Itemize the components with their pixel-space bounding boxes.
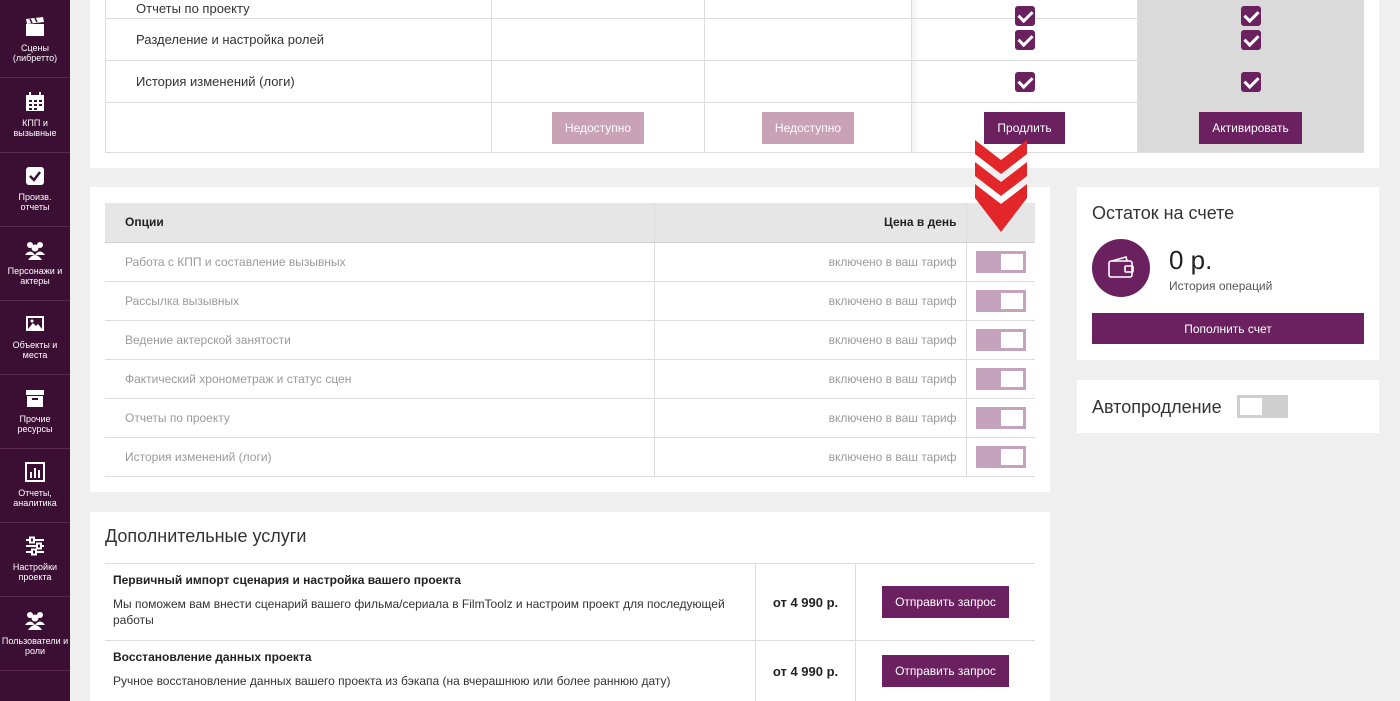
options-header: Опции Цена в день [105, 203, 1035, 243]
service-price: от 4 990 р. [756, 641, 856, 701]
chevrons-down-icon [975, 140, 1027, 232]
chart-icon [24, 461, 46, 483]
option-toggle[interactable] [975, 289, 1026, 312]
option-toggle[interactable] [975, 406, 1026, 429]
option-price: включено в ваш тариф [654, 281, 967, 321]
autorenew-toggle[interactable] [1237, 395, 1288, 418]
check-icon [1014, 6, 1035, 27]
check-icon [1014, 71, 1035, 92]
sidebar-item-resources[interactable]: Прочие ресурсы [0, 375, 70, 449]
option-name: Рассылка вызывных [105, 281, 655, 321]
options-table: Опции Цена в день Работа с КПП и составл… [105, 203, 1035, 477]
sidebar-item-settings[interactable]: Настройки проекта [0, 523, 70, 597]
feature-label: Разделение и настройка ролей [105, 18, 492, 61]
unavailable-button[interactable]: Недоступно [761, 111, 855, 144]
unavailable-button[interactable]: Недоступно [551, 111, 645, 144]
sidebar-item-objects[interactable]: Объекты и места [0, 301, 70, 375]
table-row: Отчеты по проекту включено в ваш тариф [105, 398, 1035, 438]
service-row: Первичный импорт сценария и настройка ва… [105, 563, 1035, 640]
sliders-icon [24, 535, 46, 557]
option-toggle[interactable] [975, 367, 1026, 390]
option-toggle[interactable] [975, 328, 1026, 351]
wallet-icon [1092, 239, 1150, 297]
check-icon [1240, 6, 1261, 27]
option-name: Фактический хронометраж и статус сцен [105, 359, 655, 399]
send-request-button[interactable]: Отправить запрос [882, 586, 1009, 618]
option-name: Отчеты по проекту [105, 398, 655, 438]
sidebar-item-label: Прочие ресурсы [17, 414, 53, 434]
table-row: Недоступно Недоступно Продлить Активиров… [105, 102, 1364, 153]
image-icon [24, 313, 46, 335]
service-name: Восстановление данных проекта [113, 650, 312, 664]
option-price: включено в ваш тариф [654, 359, 967, 399]
table-row: История изменений (логи) включено в ваш … [105, 437, 1035, 477]
option-price: включено в ваш тариф [654, 320, 967, 360]
users-icon [24, 609, 46, 631]
options-header-name: Опции [105, 203, 655, 243]
feature-label: Отчеты по проекту [105, 0, 492, 19]
table-row: Фактический хронометраж и статус сцен вк… [105, 359, 1035, 399]
option-name: Работа с КПП и составление вызывных [105, 242, 655, 282]
sidebar-item-users[interactable]: Пользователи и роли [0, 597, 70, 671]
box-icon [24, 387, 46, 409]
service-description: Мы поможем вам внести сценарий вашего фи… [113, 597, 725, 627]
service-price: от 4 990 р. [756, 564, 856, 640]
sidebar-item-kpp[interactable]: КПП и вызывные [0, 79, 70, 153]
sidebar: Сцены (либретто) КПП и вызывные Произв. … [0, 0, 70, 701]
check-icon [1240, 71, 1261, 92]
check-icon [1014, 29, 1035, 50]
sidebar-item-label: Объекты и места [12, 340, 58, 360]
extend-button[interactable]: Продлить [984, 111, 1065, 144]
sidebar-item-label: Сцены (либретто) [12, 43, 58, 63]
checkbox-icon [24, 165, 46, 187]
sidebar-item-label: Настройки проекта [12, 562, 58, 582]
service-row: Восстановление данных проекта Ручное вос… [105, 640, 1035, 701]
activate-button[interactable]: Активировать [1199, 111, 1302, 144]
sidebar-item-reports-prod[interactable]: Произв. отчеты [0, 153, 70, 227]
service-name: Первичный импорт сценария и настройка ва… [113, 573, 461, 587]
table-row: Отчеты по проекту [105, 0, 1364, 27]
sidebar-item-label: Пользователи и роли [1, 636, 69, 656]
sidebar-item-scenes[interactable]: Сцены (либретто) [0, 4, 70, 78]
option-toggle[interactable] [975, 250, 1026, 273]
table-row: Рассылка вызывных включено в ваш тариф [105, 281, 1035, 321]
people-icon [24, 239, 46, 261]
check-icon [1240, 29, 1261, 50]
topup-button[interactable]: Пополнить счет [1092, 313, 1364, 344]
option-toggle[interactable] [975, 445, 1026, 468]
option-name: История изменений (логи) [105, 437, 655, 477]
balance-amount: 0 р. [1169, 245, 1213, 275]
option-price: включено в ваш тариф [654, 398, 967, 438]
send-request-button[interactable]: Отправить запрос [882, 655, 1009, 687]
sidebar-item-label: Произв. отчеты [18, 192, 52, 212]
table-row: Работа с КПП и составление вызывных вклю… [105, 242, 1035, 282]
autorenew-label: Автопродление [1092, 397, 1222, 417]
clapperboard-icon [24, 16, 46, 38]
sidebar-item-label: КПП и вызывные [13, 118, 57, 138]
option-price: включено в ваш тариф [654, 242, 967, 282]
calendar-icon [24, 91, 46, 113]
tariff-table: Отчеты по проекту Разделение и настройка… [105, 0, 1364, 153]
sidebar-item-label: Отчеты, аналитика [13, 488, 57, 508]
balance-title: Остаток на счете [1092, 203, 1235, 223]
option-price: включено в ваш тариф [654, 437, 967, 477]
sidebar-item-label: Персонажи и актеры [7, 266, 63, 286]
option-name: Ведение актерской занятости [105, 320, 655, 360]
table-row: История изменений (логи) [105, 60, 1364, 103]
table-row: Ведение актерской занятости включено в в… [105, 320, 1035, 360]
options-header-price: Цена в день [654, 203, 967, 243]
history-link[interactable]: История операций [1169, 279, 1272, 293]
sidebar-item-analytics[interactable]: Отчеты, аналитика [0, 449, 70, 523]
service-description: Ручное восстановление данных вашего прое… [113, 674, 671, 688]
services-title: Дополнительные услуги [105, 526, 307, 546]
table-row: Разделение и настройка ролей [105, 18, 1364, 61]
feature-label: История изменений (логи) [105, 60, 492, 103]
sidebar-item-characters[interactable]: Персонажи и актеры [0, 227, 70, 301]
